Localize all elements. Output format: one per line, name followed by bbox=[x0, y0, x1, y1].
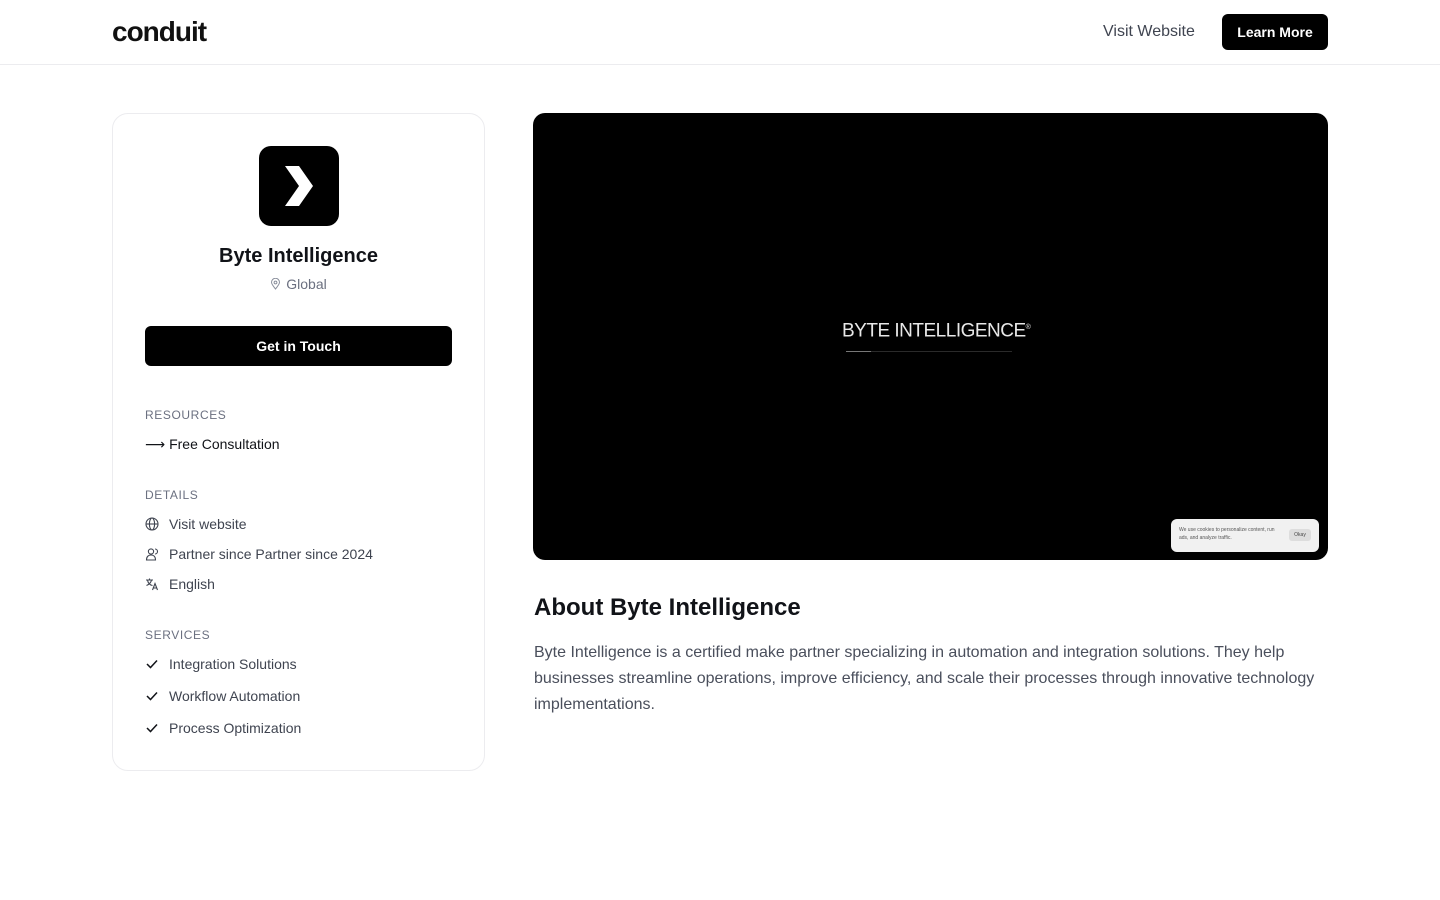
service-item: Process Optimization bbox=[145, 719, 301, 737]
location-pin-icon bbox=[271, 278, 281, 290]
cookie-banner: We use cookies to personalize content, r… bbox=[1171, 519, 1319, 552]
arrow-right-icon: ⟶ bbox=[145, 436, 166, 452]
registered-mark: ® bbox=[1025, 324, 1031, 331]
detail-website[interactable]: Visit website bbox=[145, 515, 247, 533]
cookie-okay-button[interactable]: Okay bbox=[1289, 529, 1311, 541]
detail-partner-since-label: Partner since Partner since 2024 bbox=[169, 546, 373, 562]
company-logo bbox=[259, 146, 339, 226]
location-label: Global bbox=[286, 276, 327, 292]
service-item: Integration Solutions bbox=[145, 655, 297, 673]
company-location: Global bbox=[113, 275, 484, 293]
company-name: Byte Intelligence bbox=[219, 245, 378, 267]
detail-website-label: Visit website bbox=[169, 516, 247, 532]
resource-link-free-consultation[interactable]: ⟶ Free Consultation bbox=[145, 435, 280, 453]
service-label: Workflow Automation bbox=[169, 688, 301, 704]
resources-heading: RESOURCES bbox=[145, 408, 227, 422]
video-loading-fill bbox=[846, 351, 871, 352]
video-loading-bar bbox=[846, 351, 1012, 352]
service-label: Integration Solutions bbox=[169, 656, 297, 672]
check-icon bbox=[145, 721, 159, 735]
detail-partner-since: Partner since Partner since 2024 bbox=[145, 545, 373, 563]
resource-label: Free Consultation bbox=[169, 436, 280, 452]
learn-more-button[interactable]: Learn More bbox=[1222, 14, 1328, 50]
about-heading: About Byte Intelligence bbox=[534, 594, 801, 621]
video-title-card: BYTE INTELLIGENCE® bbox=[842, 317, 1031, 342]
partner-profile-card: Byte Intelligence Global Get in Touch RE… bbox=[112, 113, 485, 771]
check-icon bbox=[145, 657, 159, 671]
cookie-banner-text: We use cookies to personalize content, r… bbox=[1179, 527, 1275, 541]
language-icon bbox=[145, 577, 159, 591]
video-title-text: BYTE INTELLIGENCE bbox=[842, 320, 1026, 342]
services-heading: SERVICES bbox=[145, 628, 211, 642]
service-item: Workflow Automation bbox=[145, 687, 300, 705]
get-in-touch-button[interactable]: Get in Touch bbox=[145, 326, 452, 366]
chevron-right-icon bbox=[285, 166, 313, 206]
conduit-logo[interactable]: conduit bbox=[112, 16, 207, 48]
globe-icon bbox=[145, 517, 159, 531]
detail-language-label: English bbox=[169, 576, 215, 592]
partner-users-icon bbox=[145, 547, 159, 561]
check-icon bbox=[145, 689, 159, 703]
visit-website-link[interactable]: Visit Website bbox=[1103, 21, 1195, 43]
about-description: Byte Intelligence is a certified make pa… bbox=[534, 644, 1315, 713]
details-heading: DETAILS bbox=[145, 488, 199, 502]
company-video-player[interactable]: BYTE INTELLIGENCE® We use cookies to per… bbox=[533, 113, 1328, 560]
detail-language: English bbox=[145, 575, 215, 593]
top-nav: conduit Visit Website Learn More bbox=[0, 0, 1440, 65]
service-label: Process Optimization bbox=[169, 720, 302, 736]
